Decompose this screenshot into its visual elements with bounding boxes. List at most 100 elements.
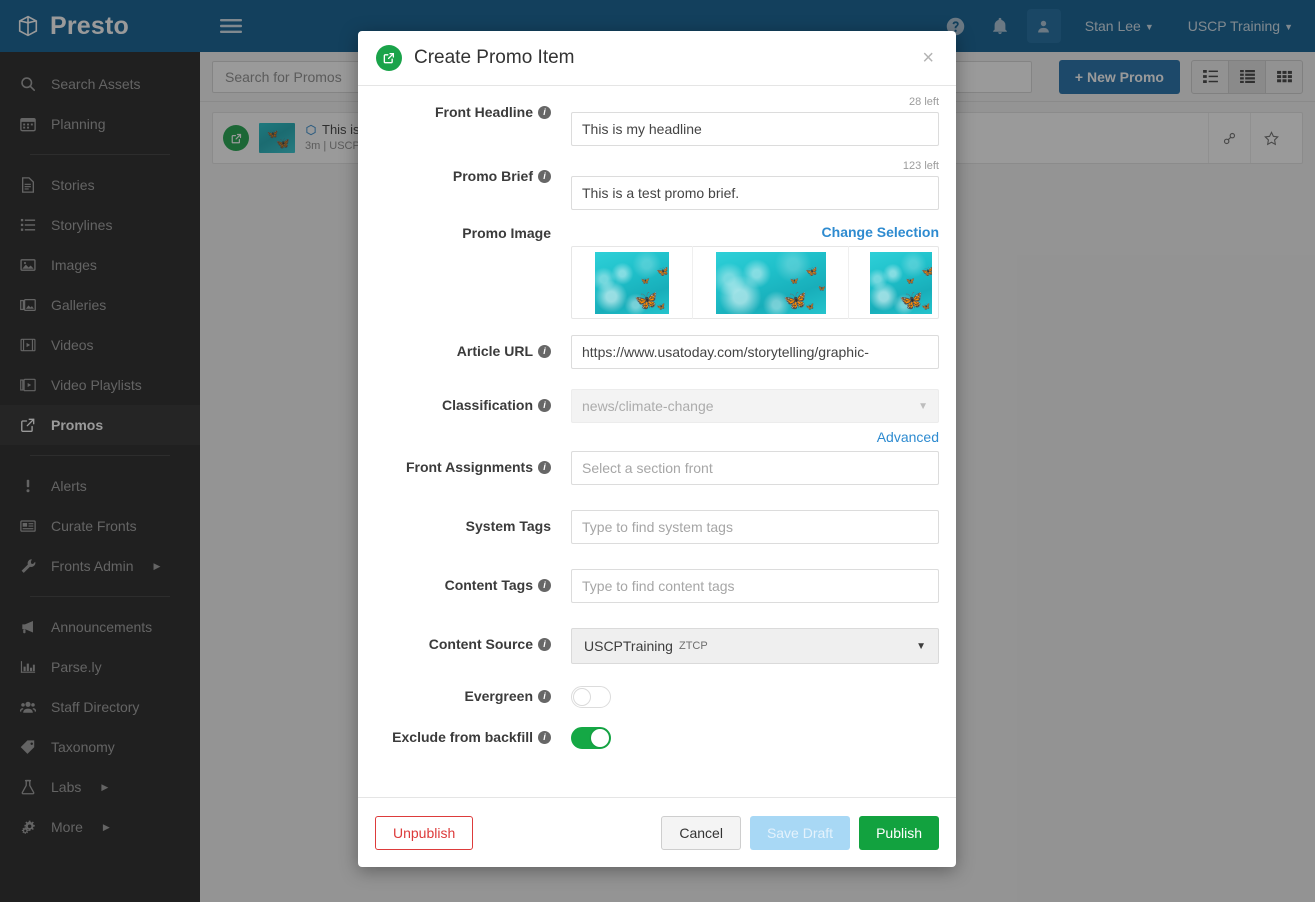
info-icon[interactable]: i xyxy=(538,461,551,475)
butterfly-glyph: 🦋 xyxy=(668,285,669,293)
modal-footer: Unpublish Cancel Save Draft Publish xyxy=(358,797,956,867)
advanced-control: Advanced xyxy=(571,429,939,445)
exclude-backfill-toggle[interactable] xyxy=(571,727,611,749)
butterfly-glyph: 🦋 xyxy=(640,277,651,285)
modal-header: Create Promo Item × xyxy=(358,31,956,86)
promo-image-cell[interactable]: 🦋🦋🦋🦋🦋 xyxy=(849,246,953,319)
front-headline-counter: 28 left xyxy=(909,96,939,108)
field-promo-brief: Promo Brief i 123 left xyxy=(375,160,939,210)
butterfly-glyph: 🦋 xyxy=(921,302,932,312)
butterfly-glyph: 🦋 xyxy=(899,289,925,313)
toggle-knob xyxy=(591,729,609,747)
system-tags-input[interactable] xyxy=(571,510,939,544)
field-content-source: Content Source i USCPTraining ZTCP ▼ xyxy=(375,628,939,664)
info-icon[interactable]: i xyxy=(538,345,551,359)
front-assignments-label: Front Assignments i xyxy=(375,451,571,475)
front-headline-label: Front Headline i xyxy=(375,96,571,120)
promo-image-cell[interactable]: 🦋🦋🦋🦋🦋 xyxy=(693,246,849,319)
chevron-down-icon: ▼ xyxy=(916,640,926,652)
promo-image-cell[interactable]: 🦋🦋🦋🦋🦋 xyxy=(572,246,693,319)
save-draft-button[interactable]: Save Draft xyxy=(749,815,851,850)
butterfly-glyph: 🦋 xyxy=(905,277,916,285)
evergreen-control xyxy=(571,680,939,708)
publish-button[interactable]: Publish xyxy=(859,815,939,850)
butterflies-wide-thumb: 🦋 🦋 🦋 🦋 🦋 xyxy=(715,251,826,314)
field-evergreen: Evergreen i xyxy=(375,680,939,708)
close-icon[interactable]: × xyxy=(918,46,938,70)
field-system-tags: System Tags xyxy=(375,510,939,544)
evergreen-label: Evergreen i xyxy=(375,680,571,704)
advanced-row: Advanced xyxy=(375,429,939,445)
field-promo-image: Promo Image Change Selection 🦋 🦋 🦋 🦋 🦋 🦋 🦋 🦋 🦋 🦋 🦋… xyxy=(375,224,939,319)
content-source-value: USCPTraining xyxy=(584,638,673,654)
unpublish-button[interactable]: Unpublish xyxy=(375,815,474,850)
content-source-select[interactable]: USCPTraining ZTCP ▼ xyxy=(571,628,939,664)
info-icon[interactable]: i xyxy=(538,638,551,652)
article-url-label: Article URL i xyxy=(375,335,571,359)
promo-brief-input[interactable] xyxy=(571,176,939,210)
butterfly-glyph: 🦋 xyxy=(656,265,669,279)
label-text: Promo Image xyxy=(462,225,551,241)
butterfly-glyph: 🦋 xyxy=(804,302,815,312)
field-front-assignments: Front Assignments i xyxy=(375,451,939,485)
label-text: System Tags xyxy=(465,518,551,534)
modal-title: Create Promo Item xyxy=(414,47,575,68)
label-text: Evergreen xyxy=(464,688,533,704)
label-text: Exclude from backfill xyxy=(392,729,533,745)
exclude-backfill-label: Exclude from backfill i xyxy=(375,721,571,745)
info-icon[interactable]: i xyxy=(538,106,551,120)
classification-select: news/climate-change ▼ xyxy=(571,389,939,423)
front-assignments-control xyxy=(571,451,939,485)
info-icon[interactable]: i xyxy=(538,690,551,704)
exclude-backfill-control xyxy=(571,721,939,749)
advanced-link[interactable]: Advanced xyxy=(571,429,939,445)
create-promo-modal: Create Promo Item × Front Headline i 28 … xyxy=(358,31,956,867)
promo-image-label: Promo Image xyxy=(375,224,571,241)
toggle-knob xyxy=(573,688,591,706)
content-tags-label: Content Tags i xyxy=(375,569,571,593)
modal-body: Front Headline i 28 left Promo Brief i 1… xyxy=(358,86,956,797)
butterflies-narrow-thumb: 🦋🦋🦋🦋🦋 xyxy=(870,251,932,314)
info-icon[interactable]: i xyxy=(538,579,551,593)
advanced-spacer xyxy=(375,429,571,438)
content-tags-input[interactable] xyxy=(571,569,939,603)
front-assignments-input[interactable] xyxy=(571,451,939,485)
classification-label: Classification i xyxy=(375,389,571,413)
classification-control: news/climate-change ▼ xyxy=(571,389,939,423)
info-icon[interactable]: i xyxy=(538,399,551,413)
field-front-headline: Front Headline i 28 left xyxy=(375,96,939,146)
label-text: Content Source xyxy=(428,636,533,652)
info-icon[interactable]: i xyxy=(538,170,551,184)
label-text: Promo Brief xyxy=(452,168,533,184)
butterfly-glyph: 🦋 xyxy=(921,265,932,279)
content-tags-control xyxy=(571,569,939,603)
label-text: Front Assignments xyxy=(405,459,533,475)
label-text: Content Tags xyxy=(444,577,533,593)
external-link-icon xyxy=(376,45,402,71)
article-url-control xyxy=(571,335,939,372)
butterfly-glyph: 🦋 xyxy=(656,302,667,312)
footer-right-actions: Cancel Save Draft Publish xyxy=(661,815,939,850)
article-url-textarea[interactable] xyxy=(571,335,939,369)
change-selection-link[interactable]: Change Selection xyxy=(571,224,939,240)
promo-image-control: Change Selection 🦋🦋🦋🦋🦋🦋🦋🦋🦋🦋🦋🦋🦋🦋🦋 xyxy=(571,224,939,319)
butterfly-glyph: 🦋 xyxy=(789,277,799,285)
promo-brief-control: 123 left xyxy=(571,160,939,210)
promo-brief-label: Promo Brief i xyxy=(375,160,571,184)
label-text: Front Headline xyxy=(434,104,533,120)
front-headline-control: 28 left xyxy=(571,96,939,146)
field-content-tags: Content Tags i xyxy=(375,569,939,603)
content-source-subvalue: ZTCP xyxy=(678,640,708,652)
promo-image-strip: 🦋🦋🦋🦋🦋🦋🦋🦋🦋🦋🦋🦋🦋🦋🦋 xyxy=(571,246,939,319)
classification-value: news/climate-change xyxy=(582,398,714,414)
butterfly-glyph: 🦋 xyxy=(782,289,808,313)
cancel-button[interactable]: Cancel xyxy=(661,815,741,850)
content-source-label: Content Source i xyxy=(375,628,571,652)
butterfly-glyph: 🦋 xyxy=(816,284,826,293)
evergreen-toggle[interactable] xyxy=(571,686,611,708)
chevron-down-icon: ▼ xyxy=(918,400,928,412)
info-icon[interactable]: i xyxy=(538,731,551,745)
front-headline-input[interactable] xyxy=(571,112,939,146)
label-text: Classification xyxy=(441,397,533,413)
field-classification: Classification i news/climate-change ▼ xyxy=(375,389,939,423)
